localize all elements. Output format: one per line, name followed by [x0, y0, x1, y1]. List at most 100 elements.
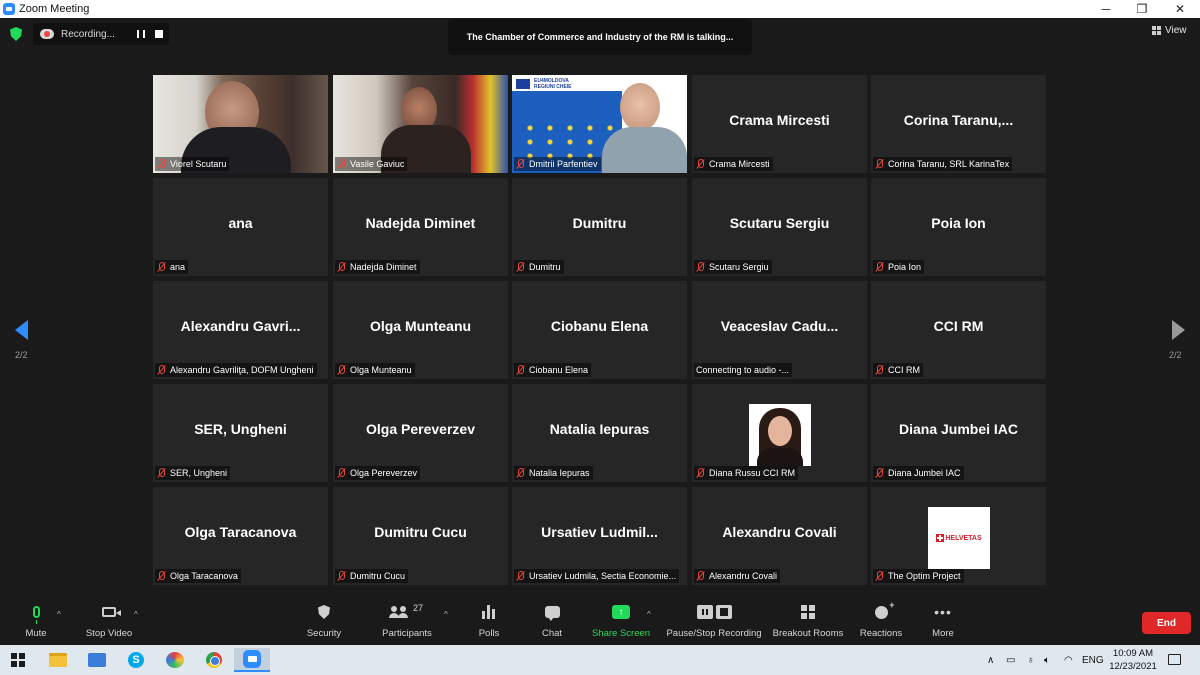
- participant-tile[interactable]: Scutaru Sergiu Scutaru Sergiu: [692, 178, 867, 276]
- language-indicator[interactable]: ENG: [1082, 645, 1104, 675]
- clock[interactable]: 10:09 AM 12/23/2021: [1105, 647, 1161, 673]
- security-label: Security: [306, 628, 342, 639]
- taskbar-skype[interactable]: S: [118, 648, 154, 672]
- participant-name-text: Olga Taracanova: [170, 571, 238, 581]
- active-speaker-banner: The Chamber of Commerce and Industry of …: [448, 19, 752, 55]
- participant-tile[interactable]: Natalia Iepuras Natalia Iepuras: [512, 384, 687, 482]
- participant-name-label: Nadejda Diminet: [335, 260, 420, 274]
- pause-stop-recording-label: Pause/Stop Recording: [666, 628, 762, 639]
- participant-tile[interactable]: Nadejda Diminet Nadejda Diminet: [333, 178, 508, 276]
- pause-stop-recording-button[interactable]: Pause/Stop Recording: [666, 600, 762, 644]
- taskbar-app-window[interactable]: [79, 648, 115, 672]
- participant-tile[interactable]: Vasile Gaviuc: [333, 75, 508, 173]
- grid-view-icon: [1152, 26, 1161, 35]
- folder-icon: [49, 653, 67, 667]
- participant-display-name: Nadejda Diminet: [365, 215, 476, 231]
- participants-button[interactable]: 27 Participants: [380, 600, 434, 644]
- participant-tile[interactable]: Dumitru Dumitru: [512, 178, 687, 276]
- taskbar-paint[interactable]: [157, 648, 193, 672]
- network-icon[interactable]: ◠: [1064, 645, 1073, 675]
- stop-video-button[interactable]: Stop Video: [84, 600, 134, 644]
- participant-tile[interactable]: Dumitru Cucu Dumitru Cucu: [333, 487, 508, 585]
- battery-icon[interactable]: ▭: [1006, 645, 1015, 675]
- audio-options-chevron-icon[interactable]: ^: [57, 610, 61, 619]
- participant-tile[interactable]: Olga Taracanova Olga Taracanova: [153, 487, 328, 585]
- participants-options-chevron-icon[interactable]: ^: [444, 610, 448, 619]
- participant-display-name: Alexandru Covali: [722, 524, 837, 540]
- zoom-window: Zoom Meeting ─ ❐ ✕ Recording... The Cham…: [0, 0, 1200, 675]
- breakout-rooms-icon: [801, 605, 815, 619]
- participant-tile[interactable]: Viorel Scutaru: [153, 75, 328, 173]
- previous-page-arrow-icon[interactable]: [15, 320, 28, 340]
- participant-name-text: Nadejda Diminet: [350, 262, 417, 272]
- stop-recording-icon[interactable]: [155, 30, 163, 38]
- restore-button[interactable]: ❐: [1124, 0, 1160, 18]
- end-meeting-button[interactable]: End: [1142, 612, 1191, 634]
- participant-name-label: Scutaru Sergiu: [694, 260, 772, 274]
- notifications-icon[interactable]: [1168, 654, 1181, 665]
- mute-button[interactable]: Mute: [22, 600, 50, 644]
- participant-tile[interactable]: Veaceslav Cadu... Connecting to audio -..…: [692, 281, 867, 379]
- taskbar-file-explorer[interactable]: [40, 648, 76, 672]
- window-title: Zoom Meeting: [19, 3, 90, 15]
- participant-name-text: Olga Munteanu: [350, 365, 412, 375]
- swiss-cross-icon: [936, 534, 945, 542]
- participant-tile[interactable]: Poia Ion Poia Ion: [871, 178, 1046, 276]
- participant-tile[interactable]: Diana Russu CCI RM: [692, 384, 867, 482]
- participant-tile[interactable]: Crama Mircesti Crama Mircesti: [692, 75, 867, 173]
- polls-button[interactable]: Polls: [474, 600, 504, 644]
- participant-name-text: Dmitrii Parfentiev: [529, 159, 598, 169]
- taskbar-chrome[interactable]: [196, 648, 232, 672]
- video-options-chevron-icon[interactable]: ^: [134, 610, 138, 619]
- participant-tile[interactable]: Diana Jumbei IAC Diana Jumbei IAC: [871, 384, 1046, 482]
- participant-tile[interactable]: Alexandru Gavri... Alexandru Gavriliţa, D…: [153, 281, 328, 379]
- participant-name-text: Diana Russu CCI RM: [709, 468, 796, 478]
- participant-name-label: ana: [155, 260, 189, 274]
- participant-name-text: Ciobanu Elena: [529, 365, 589, 375]
- show-hidden-icons-chevron-icon[interactable]: ∧: [987, 645, 994, 675]
- muted-microphone-icon: [157, 365, 166, 375]
- view-button[interactable]: View: [1152, 25, 1187, 36]
- participant-tile[interactable]: CCI RM CCI RM: [871, 281, 1046, 379]
- participant-tile[interactable]: EU4MOLDOVA REGIUNI CHEIE Dmitrii Parfentie…: [512, 75, 687, 173]
- close-button[interactable]: ✕: [1162, 0, 1198, 18]
- participant-name-label: Vasile Gaviuc: [335, 157, 408, 171]
- participant-tile[interactable]: Ciobanu Elena Ciobanu Elena: [512, 281, 687, 379]
- muted-microphone-icon: [157, 262, 166, 272]
- participant-name-text: Dumitru Cucu: [350, 571, 406, 581]
- security-button[interactable]: Security: [304, 600, 344, 644]
- start-button[interactable]: [0, 648, 36, 672]
- recording-label: Recording...: [61, 28, 115, 40]
- share-screen-button[interactable]: ↑ Share Screen: [592, 600, 650, 644]
- chat-button[interactable]: Chat: [537, 600, 567, 644]
- taskbar-zoom[interactable]: [234, 648, 270, 672]
- participant-tile[interactable]: Alexandru Covali Alexandru Covali: [692, 487, 867, 585]
- volume-icon[interactable]: 🔈︎: [1044, 645, 1050, 675]
- profile-picture: [749, 404, 811, 466]
- participant-display-name: Olga Munteanu: [369, 318, 472, 334]
- reactions-button[interactable]: Reactions: [859, 600, 903, 644]
- breakout-rooms-button[interactable]: Breakout Rooms: [772, 600, 844, 644]
- reactions-label: Reactions: [859, 628, 903, 639]
- pause-recording-icon[interactable]: [137, 30, 145, 38]
- participant-name-text: Ursatiev Ludmila, Sectia Economie...: [529, 571, 677, 581]
- participant-tile[interactable]: Corina Taranu,... Corina Taranu, SRL Kari…: [871, 75, 1046, 173]
- participant-name-text: Poia Ion: [888, 262, 922, 272]
- share-options-chevron-icon[interactable]: ^: [647, 610, 651, 619]
- profile-logo: HELVETAS: [928, 507, 990, 569]
- participant-name-text: Corina Taranu, SRL KarinaTex: [888, 159, 1010, 169]
- next-page-arrow-icon[interactable]: [1172, 320, 1185, 340]
- participant-tile[interactable]: Olga Munteanu Olga Munteanu: [333, 281, 508, 379]
- participant-tile[interactable]: Olga Pereverzev Olga Pereverzev: [333, 384, 508, 482]
- participant-tile[interactable]: HELVETAS The Optim Project: [871, 487, 1046, 585]
- participant-tile[interactable]: Ursatiev Ludmil... Ursatiev Ludmila, Sect…: [512, 487, 687, 585]
- encryption-shield-icon[interactable]: [10, 27, 22, 41]
- microphone-tray-icon[interactable]: ♁: [1027, 645, 1035, 675]
- participant-tile[interactable]: ana ana: [153, 178, 328, 276]
- participant-name-label: Olga Munteanu: [335, 363, 415, 377]
- more-button[interactable]: ••• More: [929, 600, 957, 644]
- participant-display-name: Dumitru Cucu: [374, 524, 467, 540]
- participant-name-label: Olga Taracanova: [155, 569, 241, 583]
- participant-tile[interactable]: SER, Ungheni SER, Ungheni: [153, 384, 328, 482]
- minimize-button[interactable]: ─: [1088, 0, 1124, 18]
